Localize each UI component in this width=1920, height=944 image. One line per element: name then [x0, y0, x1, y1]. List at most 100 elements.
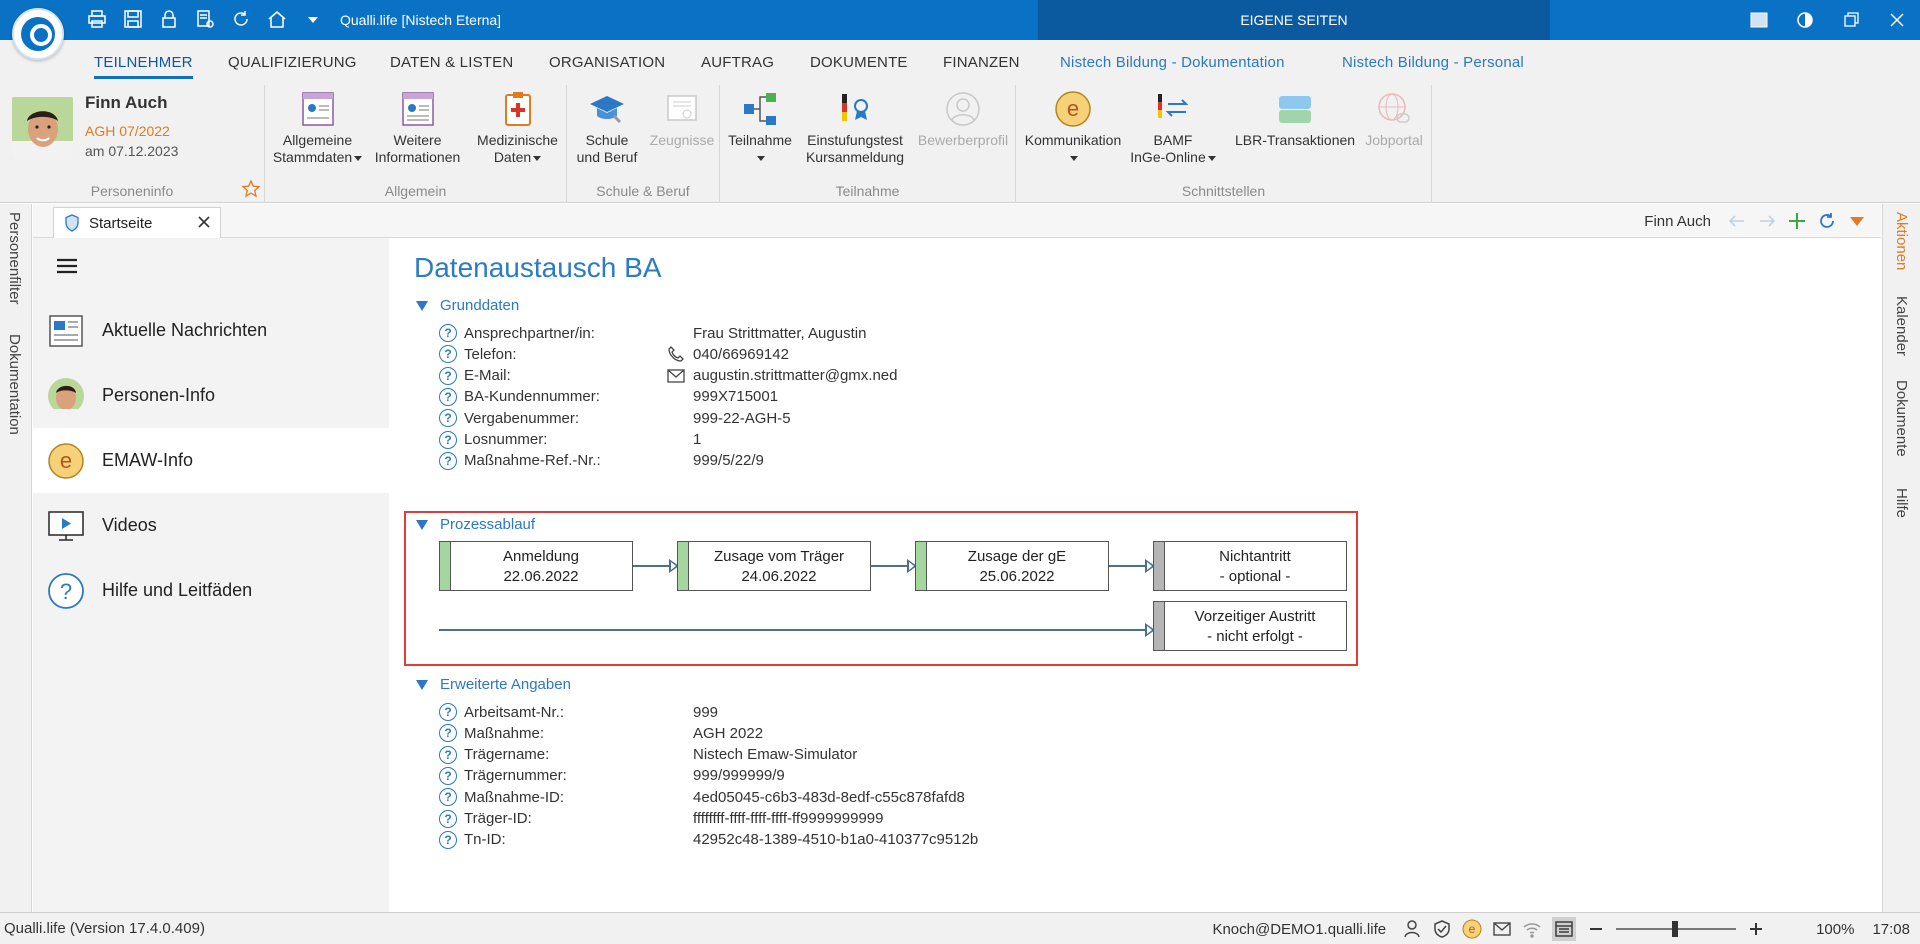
ribbon-tab-bar: TEILNEHMER QUALIFIZIERUNG DATEN & LISTEN…	[0, 40, 1920, 85]
help-question-icon[interactable]: ?	[439, 724, 457, 743]
close-icon[interactable]	[196, 214, 212, 230]
help-question-icon[interactable]: ?	[439, 430, 457, 449]
help-question-icon[interactable]: ?	[439, 366, 457, 385]
info-row: ? Maßnahme-ID: 4ed05045-c6b3-483d-8edf-c55…	[439, 787, 965, 807]
app-logo[interactable]	[12, 8, 64, 60]
emaw-e-icon[interactable]: e	[1462, 919, 1482, 939]
medizinische-daten-button[interactable]: Medizinische Daten	[470, 89, 565, 166]
form-settings-icon[interactable]	[194, 8, 216, 30]
help-question-icon[interactable]: ?	[439, 830, 457, 849]
print-icon[interactable]	[86, 8, 108, 30]
info-row: ? E-Mail: augustin.strittmatter@gmx.ned	[439, 366, 897, 386]
kommunikation-button[interactable]: e Kommunikation	[1019, 89, 1127, 166]
zoom-in-icon[interactable]	[1746, 919, 1766, 939]
help-question-icon[interactable]: ?	[439, 766, 457, 785]
mail-icon[interactable]	[667, 367, 685, 385]
help-question-icon[interactable]: ?	[439, 703, 457, 721]
teilnahme-button[interactable]: Teilnahme	[723, 89, 797, 166]
home-icon[interactable]	[266, 8, 288, 30]
tab-organisation[interactable]: ORGANISATION	[549, 54, 665, 71]
einstufungstest-button[interactable]: Einstufungstest Kursanmeldung	[799, 89, 911, 166]
tab-finanzen[interactable]: FINANZEN	[943, 54, 1020, 71]
process-step-vorzeitiger-austritt[interactable]: Vorzeitiger Austritt - nicht erfolgt -	[1153, 601, 1347, 651]
phone-icon[interactable]	[667, 345, 685, 363]
side-tab-personenfilter[interactable]: Personenfilter	[6, 212, 23, 305]
help-question-icon[interactable]: ?	[439, 409, 457, 428]
layout-toggle-icon[interactable]	[1552, 917, 1577, 941]
contrast-icon[interactable]	[1782, 0, 1828, 40]
section-erweiterte-angaben[interactable]: Erweiterte Angaben	[416, 676, 571, 693]
tab-startseite[interactable]: Startseite	[53, 207, 221, 238]
lock-icon[interactable]	[158, 8, 180, 30]
side-tab-kalender[interactable]: Kalender	[1893, 296, 1910, 356]
tab-teilnehmer[interactable]: TEILNEHMER	[94, 54, 193, 79]
zoom-slider[interactable]	[1616, 919, 1737, 939]
side-tab-hilfe[interactable]: Hilfe	[1893, 488, 1910, 518]
refresh-icon[interactable]	[230, 8, 252, 30]
user-icon[interactable]	[1402, 919, 1422, 939]
help-question-icon[interactable]: ?	[439, 809, 457, 828]
process-step-zusage-traeger[interactable]: Zusage vom Träger 24.06.2022	[677, 541, 871, 591]
nav-item-personen-info[interactable]: Personen-Info	[33, 363, 389, 428]
save-icon[interactable]	[122, 8, 144, 30]
jobportal-button[interactable]: Jobportal	[1358, 89, 1430, 149]
help-question-icon[interactable]: ?	[439, 451, 457, 470]
shield-check-icon[interactable]	[1432, 919, 1452, 939]
section-prozessablauf[interactable]: Prozessablauf	[416, 516, 535, 533]
lbr-label: LBR-Transaktionen	[1234, 132, 1356, 148]
nav-item-hilfe[interactable]: ? Hilfe und Leitfäden	[33, 558, 389, 623]
side-tab-aktionen[interactable]: Aktionen	[1893, 212, 1910, 270]
info-label: Vergabenummer:	[464, 409, 580, 427]
tab-nistech-personal[interactable]: Nistech Bildung - Personal	[1342, 54, 1524, 71]
tab-daten-listen[interactable]: DATEN & LISTEN	[390, 54, 513, 71]
dropdown-icon[interactable]	[302, 8, 324, 30]
lbr-transaktionen-button[interactable]: LBR-Transaktionen	[1231, 89, 1359, 149]
zoom-out-icon[interactable]	[1586, 919, 1606, 939]
mail-icon[interactable]	[1492, 919, 1512, 939]
nav-item-aktuelle-nachrichten[interactable]: Aktuelle Nachrichten	[33, 298, 389, 363]
tab-auftrag[interactable]: AUFTRAG	[701, 54, 774, 71]
side-tab-dokumente[interactable]: Dokumente	[1893, 380, 1910, 457]
allgemeine-stammdaten-button[interactable]: Allgemeine Stammdaten	[270, 89, 365, 166]
help-question-icon[interactable]: ?	[439, 324, 457, 342]
help-question-icon[interactable]: ?	[439, 345, 457, 364]
info-label: Trägername:	[464, 746, 550, 764]
help-question-icon[interactable]: ?	[439, 387, 457, 406]
tab-nistech-dokumentation[interactable]: Nistech Bildung - Dokumentation	[1060, 54, 1285, 71]
help-question-icon[interactable]: ?	[439, 788, 457, 807]
add-icon[interactable]	[1787, 211, 1807, 231]
zeugnisse-label: Zeugnisse	[649, 132, 715, 148]
theme-square-icon[interactable]	[1736, 0, 1782, 40]
help-question-icon[interactable]: ?	[439, 745, 457, 764]
eigene-seiten-button[interactable]: EIGENE SEITEN	[1038, 0, 1550, 40]
process-arrow	[1109, 559, 1155, 573]
reload-icon[interactable]	[1817, 211, 1837, 231]
nav-item-videos[interactable]: Videos	[33, 493, 389, 558]
tab-dokumente[interactable]: DOKUMENTE	[810, 54, 908, 71]
nav-item-emaw-info[interactable]: e EMAW-Info	[33, 428, 389, 493]
close-icon[interactable]	[1874, 0, 1920, 40]
bamf-inge-online-button[interactable]: BAMF InGe-Online	[1128, 89, 1218, 166]
tab-qualifizierung[interactable]: QUALIFIZIERUNG	[228, 54, 357, 71]
weitere-informationen-button[interactable]: Weitere Informationen	[370, 89, 465, 166]
process-step-nichtantritt[interactable]: Nichtantritt - optional -	[1153, 541, 1347, 591]
section-grunddaten[interactable]: Grunddaten	[416, 297, 519, 314]
zoom-slider-thumb[interactable]	[1672, 921, 1679, 937]
side-tab-dokumentation[interactable]: Dokumentation	[6, 334, 23, 435]
schule-und-beruf-button[interactable]: Schule und Beruf	[570, 89, 644, 166]
zeugnisse-button[interactable]: Zeugnisse	[645, 89, 719, 149]
person-avatar[interactable]	[12, 97, 73, 159]
wifi-icon[interactable]	[1522, 919, 1542, 939]
back-arrow-icon[interactable]	[1727, 211, 1747, 231]
group-schule-beruf: Schule und Beruf Zeugnisse Schule & Beru…	[567, 85, 720, 203]
hamburger-menu-icon[interactable]	[57, 258, 77, 274]
bewerberprofil-label: Bewerberprofil	[917, 132, 1009, 148]
process-step-anmeldung[interactable]: Anmeldung 22.06.2022	[439, 541, 633, 591]
menu-dropdown-icon[interactable]	[1847, 211, 1867, 231]
process-step-zusage-ge[interactable]: Zusage der gE 25.06.2022	[915, 541, 1109, 591]
stammdaten-label-2: Stammdaten	[272, 149, 353, 165]
bewerberprofil-button[interactable]: Bewerberprofil	[913, 89, 1013, 149]
right-side-strip: Aktionen Kalender Dokumente Hilfe	[1882, 204, 1920, 912]
restore-icon[interactable]	[1828, 0, 1874, 40]
forward-arrow-icon[interactable]	[1757, 211, 1777, 231]
